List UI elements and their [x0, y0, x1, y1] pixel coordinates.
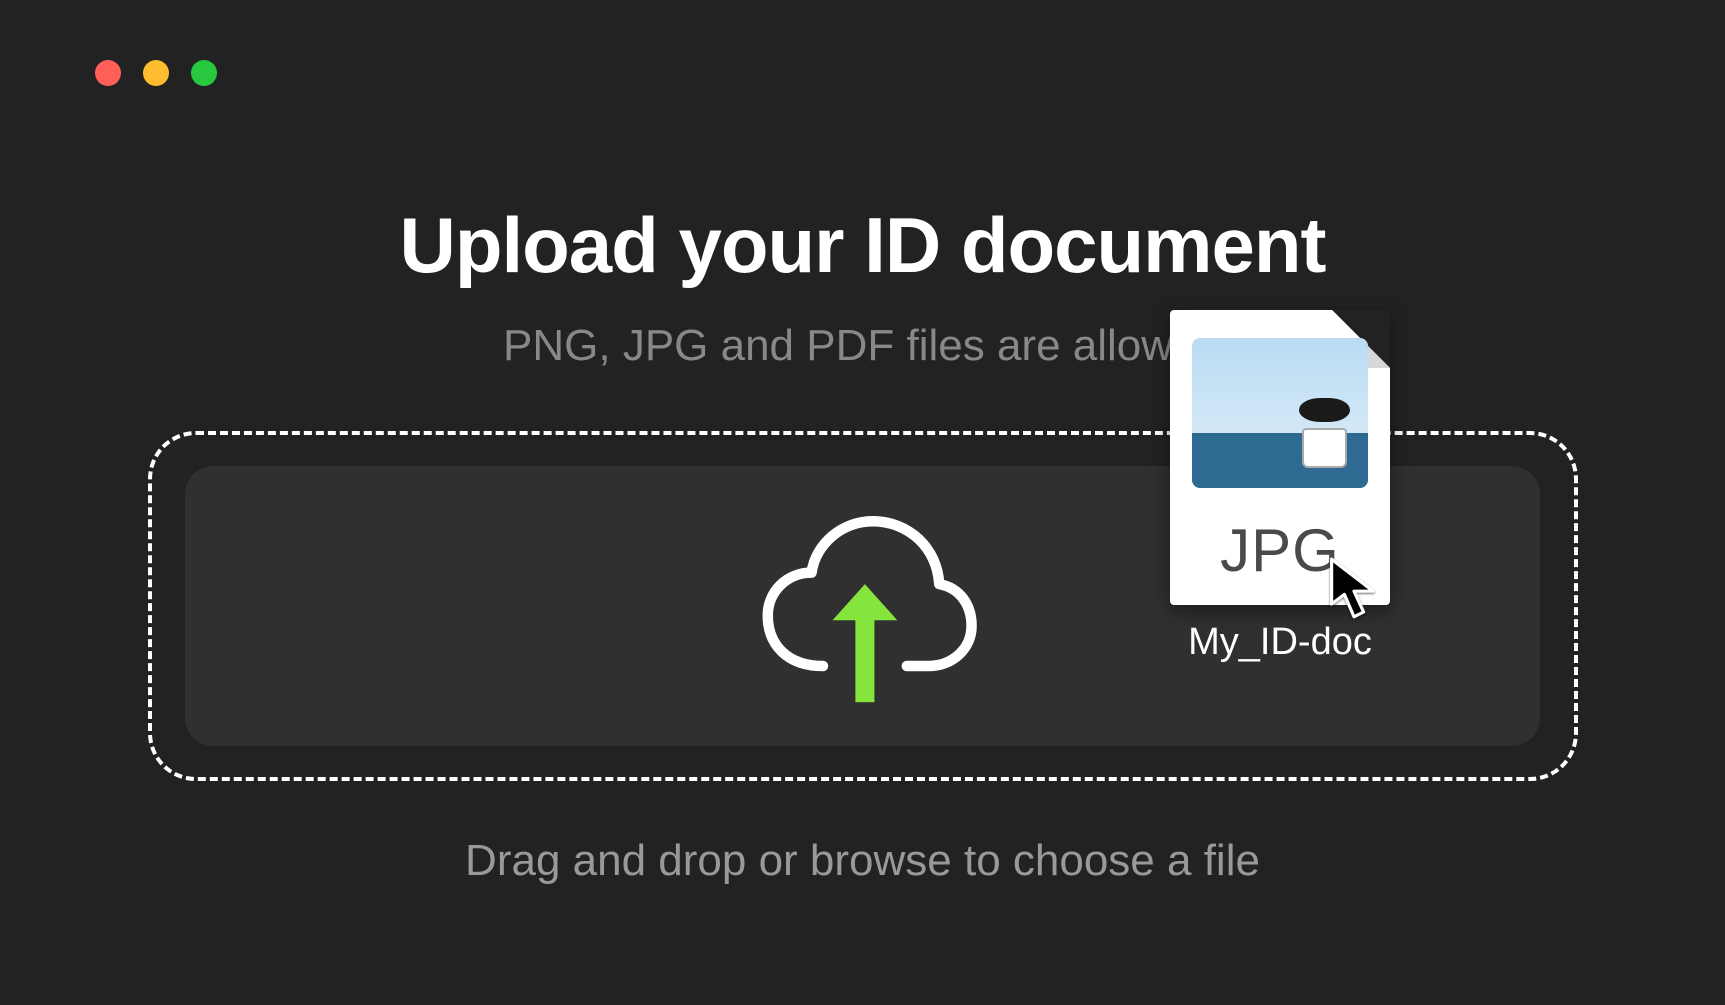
cloud-upload-icon: [748, 506, 978, 706]
window-fullscreen-button[interactable]: [191, 60, 217, 86]
dropzone-inner[interactable]: [185, 466, 1540, 746]
dropzone[interactable]: [148, 431, 1578, 781]
upload-instruction: Drag and drop or browse to choose a file: [138, 836, 1588, 886]
upload-title: Upload your ID document: [138, 200, 1588, 291]
window-minimize-button[interactable]: [143, 60, 169, 86]
window-close-button[interactable]: [95, 60, 121, 86]
upload-panel: Upload your ID document PNG, JPG and PDF…: [138, 200, 1588, 886]
upload-subtitle: PNG, JPG and PDF files are allowed: [138, 321, 1588, 371]
window-traffic-lights[interactable]: [95, 60, 217, 86]
